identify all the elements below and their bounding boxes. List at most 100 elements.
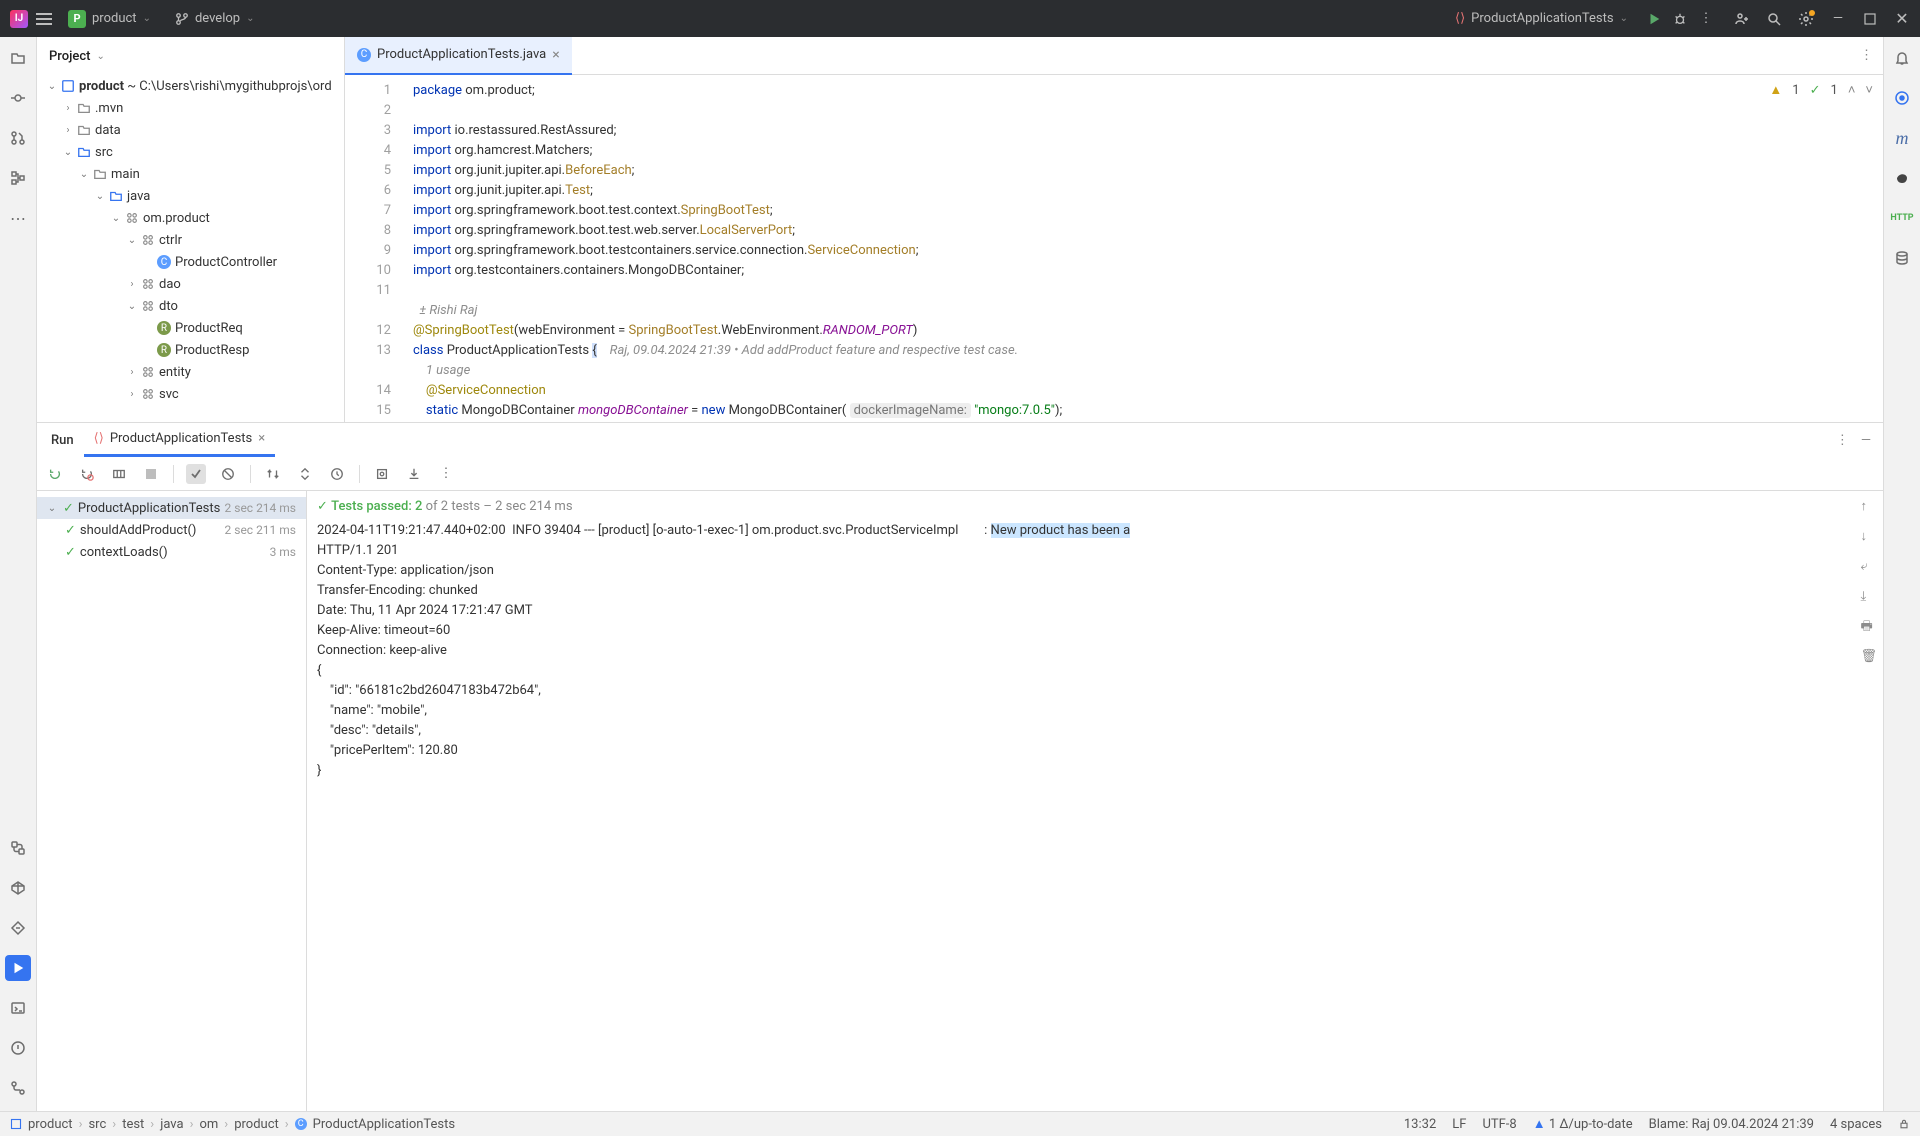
- expand-icon[interactable]: ›: [125, 389, 139, 400]
- search-icon[interactable]: [1766, 11, 1782, 27]
- scroll-up-icon[interactable]: ↑: [1860, 497, 1877, 517]
- show-ignored-icon[interactable]: [218, 464, 238, 484]
- test-row[interactable]: ✓ shouldAddProduct()2 sec 211 ms: [37, 519, 306, 541]
- scroll-to-end-icon[interactable]: ⤓: [1860, 587, 1877, 607]
- run-config-selector[interactable]: ⟨⟩ ProductApplicationTests ⌄: [1447, 7, 1636, 30]
- expand-icon[interactable]: ›: [61, 103, 75, 114]
- close-tab-icon[interactable]: ×: [552, 47, 559, 63]
- crumb[interactable]: java: [160, 1117, 183, 1132]
- status-line-sep[interactable]: LF: [1452, 1117, 1466, 1132]
- test-tree[interactable]: ⌄✓ ProductApplicationTests2 sec 214 ms✓ …: [37, 491, 307, 1111]
- expand-icon[interactable]: ⌄: [109, 213, 123, 224]
- crumb[interactable]: om: [199, 1117, 218, 1132]
- run-button[interactable]: [1646, 11, 1662, 27]
- expand-icon[interactable]: ›: [125, 279, 139, 290]
- stop-icon[interactable]: [141, 464, 161, 484]
- gradle-icon[interactable]: [1889, 165, 1915, 191]
- test-row[interactable]: ✓ contextLoads()3 ms: [37, 541, 306, 563]
- toggle-auto-test-icon[interactable]: [109, 464, 129, 484]
- breadcrumb[interactable]: product›src›test›java›om›product›CProduc…: [10, 1117, 455, 1132]
- crumb[interactable]: test: [122, 1117, 144, 1132]
- expand-icon[interactable]: ›: [61, 125, 75, 136]
- tree-row[interactable]: ⌄ctrlr: [37, 229, 344, 251]
- show-passed-icon[interactable]: [186, 464, 206, 484]
- structure-tool-button[interactable]: [5, 165, 31, 191]
- notifications-icon[interactable]: [1889, 45, 1915, 71]
- lock-icon[interactable]: [1898, 1118, 1910, 1130]
- editor-body[interactable]: 123456789101112131415 package om.product…: [345, 75, 1883, 422]
- status-encoding[interactable]: UTF-8: [1482, 1117, 1516, 1132]
- export-tests-icon[interactable]: [404, 464, 424, 484]
- maximize-icon[interactable]: [1862, 11, 1878, 27]
- main-menu-icon[interactable]: [36, 11, 52, 27]
- tree-row[interactable]: ›entity: [37, 361, 344, 383]
- editor-tabs-menu-icon[interactable]: ⋮: [1850, 48, 1883, 63]
- status-vcs[interactable]: ▲ 1 Δ/up-to-date: [1533, 1116, 1633, 1132]
- more-tool-button[interactable]: ⋯: [5, 205, 31, 231]
- expand-icon[interactable]: ⌄: [61, 147, 75, 158]
- code-with-me-icon[interactable]: [1734, 11, 1750, 27]
- scroll-down-icon[interactable]: ↓: [1860, 527, 1877, 547]
- soft-wrap-icon[interactable]: ⤶: [1860, 557, 1877, 577]
- tree-row[interactable]: RProductResp: [37, 339, 344, 361]
- services-tool-button[interactable]: [5, 915, 31, 941]
- terminal-tool-button[interactable]: [5, 995, 31, 1021]
- tree-row[interactable]: ›data: [37, 119, 344, 141]
- crumb[interactable]: src: [88, 1117, 106, 1132]
- expand-icon[interactable]: ⌄: [45, 81, 59, 92]
- next-highlight-icon[interactable]: ˅: [1865, 81, 1873, 101]
- crumb[interactable]: ProductApplicationTests: [313, 1117, 455, 1132]
- commit-tool-button[interactable]: [5, 85, 31, 111]
- status-indent[interactable]: 4 spaces: [1830, 1117, 1882, 1132]
- more-icon[interactable]: ⋮: [436, 464, 456, 484]
- editor-tab[interactable]: C ProductApplicationTests.java ×: [345, 37, 572, 75]
- import-tests-icon[interactable]: [372, 464, 392, 484]
- tree-row[interactable]: ⌄om.product: [37, 207, 344, 229]
- sort-icon[interactable]: [263, 464, 283, 484]
- project-tree[interactable]: ⌄ product ~ C:\Users\rishi\mygithubprojs…: [37, 75, 344, 422]
- vcs-tool-button[interactable]: [5, 1075, 31, 1101]
- expand-icon[interactable]: ⌄: [77, 169, 91, 180]
- run-options-icon[interactable]: ⋮: [1832, 433, 1853, 448]
- run-config-tab[interactable]: ⟨⟩ ProductApplicationTests ×: [84, 423, 276, 457]
- expand-all-icon[interactable]: [295, 464, 315, 484]
- tree-row[interactable]: ⌄src: [37, 141, 344, 163]
- settings-icon[interactable]: [1798, 11, 1814, 27]
- inspection-widget[interactable]: ▲1 ✓1 ˄ ˅: [1769, 81, 1873, 101]
- problems-tool-button[interactable]: [5, 1035, 31, 1061]
- rerun-failed-icon[interactable]: [77, 464, 97, 484]
- expand-icon[interactable]: ⌄: [125, 301, 139, 312]
- status-blame[interactable]: Blame: Raj 09.04.2024 21:39: [1649, 1117, 1814, 1132]
- tree-row-root[interactable]: ⌄ product ~ C:\Users\rishi\mygithubprojs…: [37, 75, 344, 97]
- expand-icon[interactable]: ⌄: [125, 235, 139, 246]
- clear-icon[interactable]: 🗑: [1860, 647, 1877, 667]
- debug-button[interactable]: [1672, 11, 1688, 27]
- rerun-icon[interactable]: [45, 464, 65, 484]
- app-logo-icon[interactable]: IJ: [10, 10, 28, 28]
- http-client-icon[interactable]: HTTP: [1889, 205, 1915, 231]
- run-more-button[interactable]: ⋮: [1698, 11, 1714, 27]
- test-row[interactable]: ⌄✓ ProductApplicationTests2 sec 214 ms: [37, 497, 306, 519]
- project-tool-button[interactable]: [5, 45, 31, 71]
- tree-row[interactable]: ⌄main: [37, 163, 344, 185]
- branch-selector[interactable]: develop ⌄: [167, 7, 263, 30]
- tree-row[interactable]: ⌄dto: [37, 295, 344, 317]
- tree-row[interactable]: ›dao: [37, 273, 344, 295]
- database-icon[interactable]: [1889, 245, 1915, 271]
- tree-row[interactable]: ›svc: [37, 383, 344, 405]
- minimize-icon[interactable]: —: [1830, 11, 1846, 27]
- tree-row[interactable]: ⌄java: [37, 185, 344, 207]
- expand-icon[interactable]: ⌄: [93, 191, 107, 202]
- tree-row[interactable]: RProductReq: [37, 317, 344, 339]
- pull-requests-tool-button[interactable]: [5, 125, 31, 151]
- tree-row[interactable]: ›.mvn: [37, 97, 344, 119]
- maven-icon[interactable]: m: [1889, 125, 1915, 151]
- build-tool-button[interactable]: [5, 875, 31, 901]
- project-selector[interactable]: P product ⌄: [60, 6, 159, 32]
- print-icon[interactable]: 🖶: [1860, 617, 1877, 637]
- crumb[interactable]: product: [234, 1117, 279, 1132]
- keymap-tool-button[interactable]: [5, 835, 31, 861]
- expand-icon[interactable]: ›: [125, 367, 139, 378]
- crumb[interactable]: product: [28, 1117, 73, 1132]
- console[interactable]: ✓ Tests passed: 2 of 2 tests – 2 sec 214…: [307, 491, 1883, 1111]
